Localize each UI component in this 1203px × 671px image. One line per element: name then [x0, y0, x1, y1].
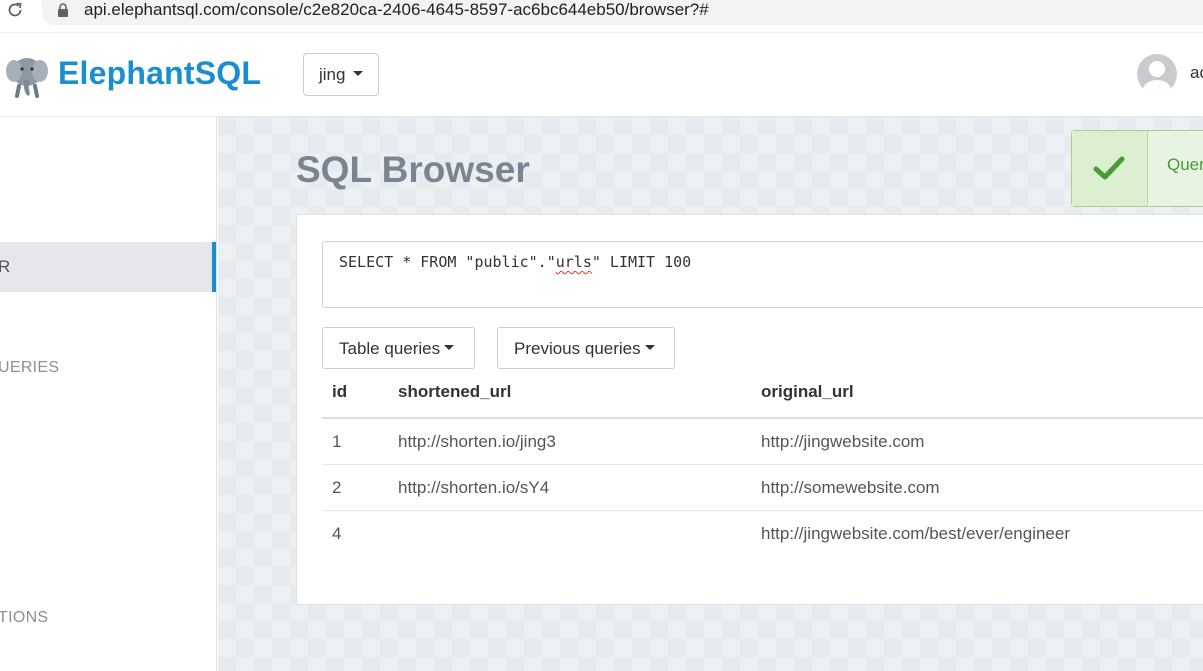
cell-id: 2: [332, 478, 342, 497]
elephant-logo-icon[interactable]: [4, 52, 50, 98]
sidebar-section-queries: UERIES: [0, 359, 60, 376]
spellcheck-word: urls: [555, 253, 592, 271]
chevron-down-icon: [353, 71, 364, 77]
toast-message: Quer: [1167, 155, 1203, 174]
sidebar-item-browser[interactable]: R: [0, 242, 216, 292]
success-toast: Quer: [1071, 130, 1203, 207]
cell-id: 1: [332, 432, 342, 451]
sql-query-editor[interactable]: SELECT * FROM "public"."urls" LIMIT 100: [322, 241, 1203, 308]
previous-queries-button[interactable]: Previous queries: [497, 327, 675, 369]
table-header-row: id shortened_url original_url: [322, 373, 1203, 419]
sql-query-text: SELECT * FROM "public"."urls" LIMIT 100: [339, 253, 692, 271]
cell-id: 4: [332, 524, 342, 543]
reload-icon[interactable]: [6, 1, 24, 19]
table-row: 4 http://jingwebsite.com/best/ever/engin…: [322, 511, 1203, 557]
cell-original-url: http://somewebsite.com: [761, 478, 940, 497]
sidebar-section-integrations: TIONS: [0, 609, 49, 626]
sidebar: R UERIES TIONS: [0, 117, 217, 671]
chevron-down-icon: [444, 345, 455, 351]
chevron-down-icon: [644, 345, 655, 351]
cell-shortened-url: http://shorten.io/sY4: [398, 478, 550, 497]
check-icon: [1093, 156, 1125, 180]
instance-dropdown[interactable]: jing: [303, 53, 379, 96]
table-row: 2 http://shorten.io/sY4 http://somewebsi…: [322, 465, 1203, 511]
instance-name: jing: [319, 65, 346, 84]
app-header: ElephantSQL jing ac: [0, 32, 1203, 117]
cell-original-url: http://jingwebsite.com: [761, 432, 925, 451]
url-field[interactable]: api.elephantsql.com/console/c2e820ca-240…: [42, 0, 1203, 25]
cell-shortened-url: http://shorten.io/jing3: [398, 432, 556, 451]
page-title: SQL Browser: [296, 149, 530, 190]
column-header-original-url[interactable]: original_url: [761, 382, 854, 402]
user-name[interactable]: ac: [1190, 63, 1203, 83]
cell-original-url: http://jingwebsite.com/best/ever/enginee…: [761, 524, 1071, 543]
url-text: api.elephantsql.com/console/c2e820ca-240…: [84, 0, 709, 19]
browser-address-bar: api.elephantsql.com/console/c2e820ca-240…: [0, 0, 1203, 27]
brand-name[interactable]: ElephantSQL: [58, 55, 261, 92]
lock-icon: [58, 3, 68, 17]
sql-panel: SELECT * FROM "public"."urls" LIMIT 100 …: [296, 214, 1203, 605]
main-content: SQL Browser Quer SELECT * FROM "public".…: [218, 117, 1203, 671]
table-queries-button[interactable]: Table queries: [322, 327, 475, 369]
user-avatar-icon[interactable]: [1137, 54, 1177, 94]
column-header-id[interactable]: id: [332, 382, 347, 402]
sidebar-item-label: R: [0, 257, 11, 276]
column-header-shortened-url[interactable]: shortened_url: [398, 382, 511, 402]
toast-icon-box: [1072, 131, 1148, 206]
table-row: 1 http://shorten.io/jing3 http://jingweb…: [322, 419, 1203, 465]
